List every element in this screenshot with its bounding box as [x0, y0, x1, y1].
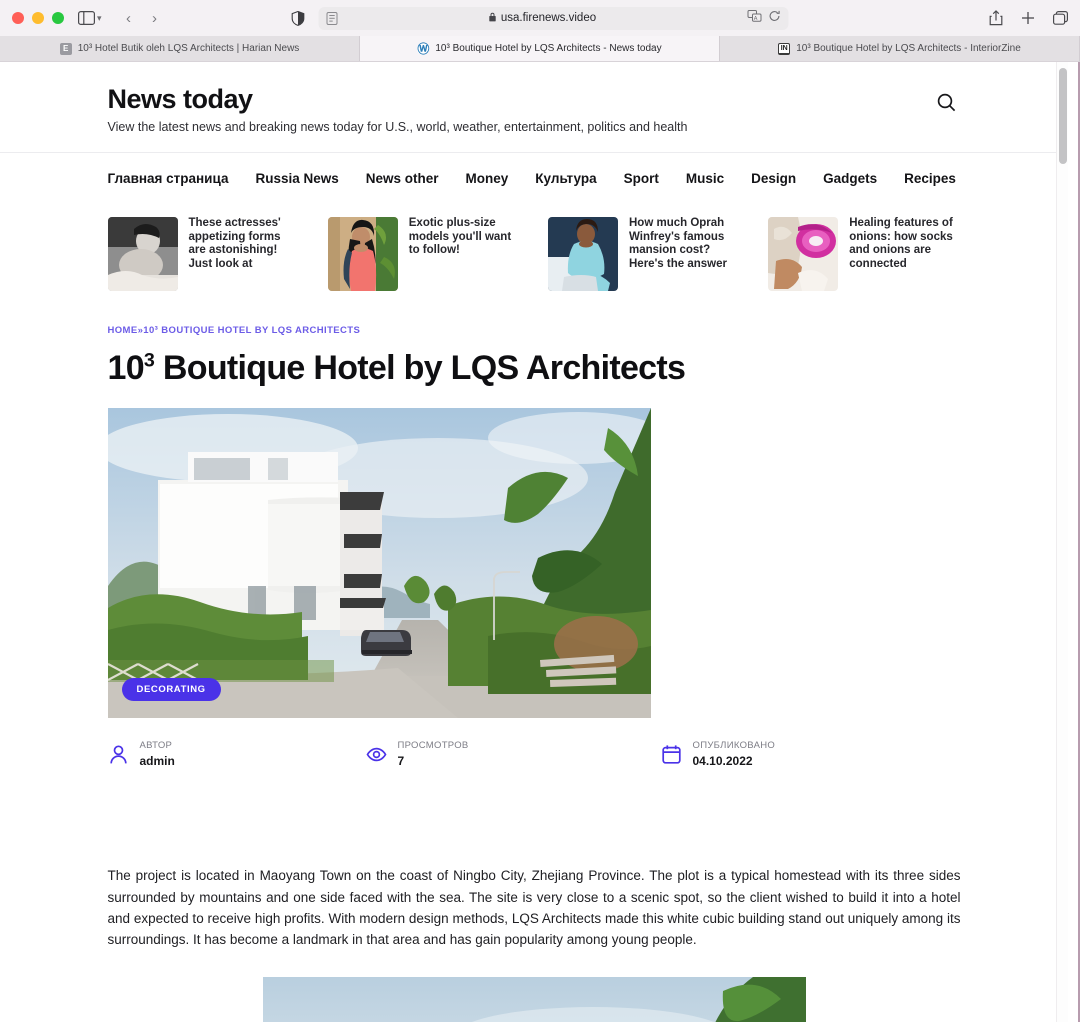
url-text-container: usa.firenews.video [338, 12, 748, 24]
back-arrow-icon[interactable]: ‹ [116, 10, 142, 27]
user-icon [108, 744, 129, 765]
nav-item-sport[interactable]: Sport [624, 171, 659, 186]
site-header: News today View the latest news and brea… [108, 62, 961, 152]
sidebar-icon[interactable] [78, 7, 95, 29]
meta-published: ОПУБЛИКОВАНО 04.10.2022 [661, 740, 776, 768]
web-page: News today View the latest news and brea… [0, 62, 1068, 1022]
reload-icon[interactable] [769, 9, 781, 27]
site-title: News today [108, 84, 961, 115]
meta-author: АВТОР admin [108, 740, 366, 768]
title-superscript: 3 [144, 350, 154, 372]
featured-card-2[interactable]: Exotic plus-size models you'll want to f… [328, 217, 520, 291]
main-navigation: Главная страница Russia News News other … [108, 153, 961, 203]
meta-value: admin [140, 754, 175, 768]
featured-card-1[interactable]: These actresses' appetizing forms are as… [108, 217, 300, 291]
chevron-down-icon[interactable]: ▾ [97, 13, 102, 24]
browser-tab-2[interactable]: Ⓦ 10³ Boutique Hotel by LQS Architects -… [360, 36, 720, 61]
tab-overview-icon[interactable] [1053, 7, 1068, 29]
meta-views: ПРОСМОТРОВ 7 [366, 740, 661, 768]
address-bar-area: usa.firenews.video A [292, 7, 789, 30]
thumb-onions-socks [768, 217, 838, 291]
featured-card-4[interactable]: Healing features of onions: how socks an… [768, 217, 960, 291]
meta-value: 7 [398, 754, 469, 768]
svg-text:A: A [754, 16, 758, 22]
translate-icon[interactable]: A [748, 9, 762, 27]
meta-label: АВТОР [140, 740, 175, 751]
forward-arrow-icon[interactable]: › [142, 10, 168, 27]
url-field-actions: A [748, 9, 781, 27]
thumb-plus-size-model [328, 217, 398, 291]
article-image-sky-trees [263, 977, 806, 1022]
breadcrumb-current: 10³ BOUTIQUE HOTEL BY LQS ARCHITECTS [143, 325, 360, 336]
calendar-icon [661, 744, 682, 765]
tab-bar: E 10³ Hotel Butik oleh LQS Architects | … [0, 36, 1080, 61]
url-input[interactable]: usa.firenews.video A [319, 7, 789, 30]
featured-title[interactable]: These actresses' appetizing forms are as… [189, 217, 300, 291]
nav-item-kultura[interactable]: Культура [535, 171, 596, 186]
browser-chrome: ▾ ‹ › [0, 0, 1080, 62]
nav-item-money[interactable]: Money [466, 171, 509, 186]
browser-tab-1[interactable]: E 10³ Hotel Butik oleh LQS Architects | … [0, 36, 360, 61]
page-scrollbar[interactable] [1056, 62, 1068, 1022]
hero-image-white-building: DECORATING [108, 408, 651, 718]
minimize-window-button[interactable] [32, 12, 44, 24]
thumb-actresses [108, 217, 178, 291]
browser-toolbar: ▾ ‹ › [0, 0, 1080, 36]
featured-card-3[interactable]: How much Oprah Winfrey's famous mansion … [548, 217, 740, 291]
breadcrumb-home[interactable]: HOME [108, 325, 138, 336]
page-viewport: News today View the latest news and brea… [0, 62, 1080, 1022]
search-icon[interactable] [933, 88, 961, 116]
breadcrumb: HOME»10³ BOUTIQUE HOTEL BY LQS ARCHITECT… [108, 325, 961, 336]
nav-item-music[interactable]: Music [686, 171, 724, 186]
reader-view-icon[interactable] [327, 12, 338, 25]
nav-item-news-other[interactable]: News other [366, 171, 439, 186]
url-text: usa.firenews.video [501, 12, 596, 24]
tab-title: 10³ Boutique Hotel by LQS Architects - I… [796, 43, 1021, 54]
toolbar-right-actions [989, 7, 1068, 29]
title-rest: Boutique Hotel by LQS Architects [154, 349, 685, 387]
share-icon[interactable] [989, 7, 1003, 29]
thumb-oprah-winfrey [548, 217, 618, 291]
tab-title: 10³ Hotel Butik oleh LQS Architects | Ha… [78, 43, 300, 54]
tab-title: 10³ Boutique Hotel by LQS Architects - N… [435, 43, 661, 54]
harian-news-favicon: E [60, 43, 72, 55]
site-tagline: View the latest news and breaking news t… [108, 120, 961, 134]
maximize-window-button[interactable] [52, 12, 64, 24]
lock-icon [489, 12, 497, 24]
new-tab-icon[interactable] [1021, 7, 1035, 29]
browser-tab-3[interactable]: IN 10³ Boutique Hotel by LQS Architects … [720, 36, 1080, 61]
page-title: 103 Boutique Hotel by LQS Architects [108, 350, 961, 387]
featured-title[interactable]: Exotic plus-size models you'll want to f… [409, 217, 520, 291]
close-window-button[interactable] [12, 12, 24, 24]
meta-value: 04.10.2022 [693, 754, 776, 768]
eye-icon [366, 744, 387, 765]
featured-title[interactable]: How much Oprah Winfrey's famous mansion … [629, 217, 740, 291]
nav-item-russia-news[interactable]: Russia News [255, 171, 338, 186]
nav-item-design[interactable]: Design [751, 171, 796, 186]
wordpress-favicon: Ⓦ [417, 43, 429, 55]
window-traffic-lights[interactable] [12, 12, 64, 24]
title-prefix: 10 [108, 349, 144, 387]
article-meta-row: АВТОР admin ПРОСМОТРОВ 7 [108, 740, 961, 768]
meta-label: ПРОСМОТРОВ [398, 740, 469, 751]
featured-title[interactable]: Healing features of onions: how socks an… [849, 217, 960, 291]
meta-label: ОПУБЛИКОВАНО [693, 740, 776, 751]
nav-item-gadgets[interactable]: Gadgets [823, 171, 877, 186]
interiorzine-favicon: IN [778, 43, 790, 55]
scrollbar-thumb[interactable] [1059, 68, 1067, 164]
category-badge[interactable]: DECORATING [122, 678, 221, 701]
article-body-text: The project is located in Maoyang Town o… [108, 865, 961, 950]
shield-icon[interactable] [292, 7, 305, 29]
nav-item-recipes[interactable]: Recipes [904, 171, 956, 186]
featured-articles-row: These actresses' appetizing forms are as… [108, 217, 961, 291]
nav-item-glavnaya[interactable]: Главная страница [108, 171, 229, 186]
